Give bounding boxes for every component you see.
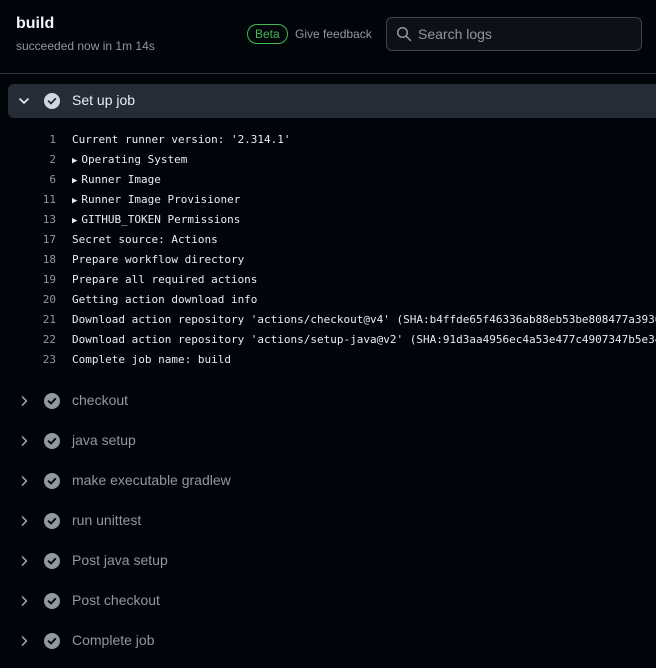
log-text: Current runner version: '2.314.1' (72, 133, 291, 146)
log-line: 20 Getting action download info (0, 290, 656, 310)
log-line[interactable]: 2 ▶ Operating System (0, 150, 656, 170)
log-text-content: Runner Image (81, 173, 161, 186)
log-text-content: Prepare workflow directory (72, 253, 245, 266)
line-number[interactable]: 22 (0, 333, 56, 346)
line-number[interactable]: 20 (0, 293, 56, 306)
step-label: run unittest (72, 512, 142, 528)
line-number[interactable]: 13 (0, 213, 56, 226)
check-circle-icon (44, 393, 60, 409)
job-title: build (16, 15, 55, 32)
step-label: Set up job (72, 92, 136, 108)
log-text: Prepare all required actions (72, 273, 257, 286)
step-set-up-job[interactable]: Set up job (8, 84, 656, 118)
log-text[interactable]: ▶ Runner Image Provisioner (72, 193, 240, 206)
check-circle-icon (44, 473, 60, 489)
log-text-content: Operating System (81, 153, 188, 166)
log-text: Prepare workflow directory (72, 253, 244, 266)
log-text-content: Download action repository 'actions/chec… (72, 313, 656, 326)
step-label: checkout (72, 392, 129, 408)
beta-badge: Beta (247, 24, 288, 44)
log-line[interactable]: 6 ▶ Runner Image (0, 170, 656, 190)
line-number[interactable]: 18 (0, 253, 56, 266)
log-text[interactable]: ▶ GITHUB_TOKEN Permissions (72, 213, 240, 226)
log-text: Download action repository 'actions/setu… (72, 333, 656, 346)
log-text: Download action repository 'actions/chec… (72, 313, 656, 326)
check-circle-icon (44, 593, 60, 609)
line-number[interactable]: 17 (0, 233, 56, 246)
step-label: make executable gradlew (72, 472, 231, 488)
log-output: 1 Current runner version: '2.314.1' 2 ▶ Oper… (0, 130, 656, 370)
job-header: build succeeded now in 1m 14s Beta Give … (0, 0, 656, 74)
log-text-content: Download action repository 'actions/setu… (72, 333, 656, 346)
give-feedback-link[interactable]: Give feedback (295, 27, 372, 41)
log-text: Complete job name: build (72, 353, 231, 366)
line-number[interactable]: 11 (0, 193, 56, 206)
step-row[interactable]: Complete job (8, 624, 656, 658)
step-row[interactable]: run unittest (8, 504, 656, 538)
search-logs-box[interactable] (386, 17, 642, 51)
log-line[interactable]: 13 ▶ GITHUB_TOKEN Permissions (0, 210, 656, 230)
line-number[interactable]: 19 (0, 273, 56, 286)
expand-triangle-icon[interactable]: ▶ (72, 216, 77, 226)
step-label: Post java setup (72, 552, 168, 568)
log-line: 1 Current runner version: '2.314.1' (0, 130, 656, 150)
step-row[interactable]: java setup (8, 424, 656, 458)
log-line: 19 Prepare all required actions (0, 270, 656, 290)
step-row[interactable]: checkout (8, 384, 656, 418)
chevron-down-icon[interactable] (18, 95, 30, 107)
step-row[interactable]: Post checkout (8, 584, 656, 618)
search-icon (396, 26, 412, 42)
log-line: 22 Download action repository 'actions/se… (0, 330, 656, 350)
line-number[interactable]: 23 (0, 353, 56, 366)
check-circle-icon (44, 513, 60, 529)
expand-triangle-icon[interactable]: ▶ (72, 196, 77, 206)
step-label: Post checkout (72, 592, 160, 608)
step-label: java setup (72, 432, 136, 448)
log-text: Secret source: Actions (72, 233, 218, 246)
log-text-content: Secret source: Actions (72, 233, 218, 246)
expand-triangle-icon[interactable]: ▶ (72, 156, 77, 166)
chevron-right-icon[interactable] (18, 635, 30, 647)
log-line: 18 Prepare workflow directory (0, 250, 656, 270)
log-text-content: Getting action download info (72, 293, 258, 306)
check-circle-icon (44, 93, 60, 109)
log-line: 21 Download action repository 'actions/ch… (0, 310, 656, 330)
chevron-right-icon[interactable] (18, 395, 30, 407)
search-logs-input[interactable] (418, 24, 633, 44)
log-text-content: Runner Image Provisioner (81, 193, 241, 206)
expand-triangle-icon[interactable]: ▶ (72, 176, 77, 186)
chevron-right-icon[interactable] (18, 475, 30, 487)
step-row[interactable]: Post java setup (8, 544, 656, 578)
step-label: Complete job (72, 632, 155, 648)
chevron-right-icon[interactable] (18, 595, 30, 607)
log-line: 23 Complete job name: build (0, 350, 656, 370)
log-text[interactable]: ▶ Runner Image (72, 173, 161, 186)
line-number[interactable]: 2 (0, 153, 56, 166)
chevron-right-icon[interactable] (18, 515, 30, 527)
check-circle-icon (44, 433, 60, 449)
log-line: 17 Secret source: Actions (0, 230, 656, 250)
check-circle-icon (44, 633, 60, 649)
check-circle-icon (44, 553, 60, 569)
step-row[interactable]: make executable gradlew (8, 464, 656, 498)
log-text: Getting action download info (72, 293, 257, 306)
chevron-right-icon[interactable] (18, 555, 30, 567)
log-text-content: Current runner version: '2.314.1' (72, 133, 291, 146)
log-text-content: GITHUB_TOKEN Permissions (81, 213, 241, 226)
chevron-right-icon[interactable] (18, 435, 30, 447)
line-number[interactable]: 21 (0, 313, 56, 326)
line-number[interactable]: 1 (0, 133, 56, 146)
log-text-content: Prepare all required actions (72, 273, 258, 286)
log-text[interactable]: ▶ Operating System (72, 153, 187, 166)
log-line[interactable]: 11 ▶ Runner Image Provisioner (0, 190, 656, 210)
job-status: succeeded now in 1m 14s (16, 39, 155, 53)
log-text-content: Complete job name: build (72, 353, 231, 366)
line-number[interactable]: 6 (0, 173, 56, 186)
